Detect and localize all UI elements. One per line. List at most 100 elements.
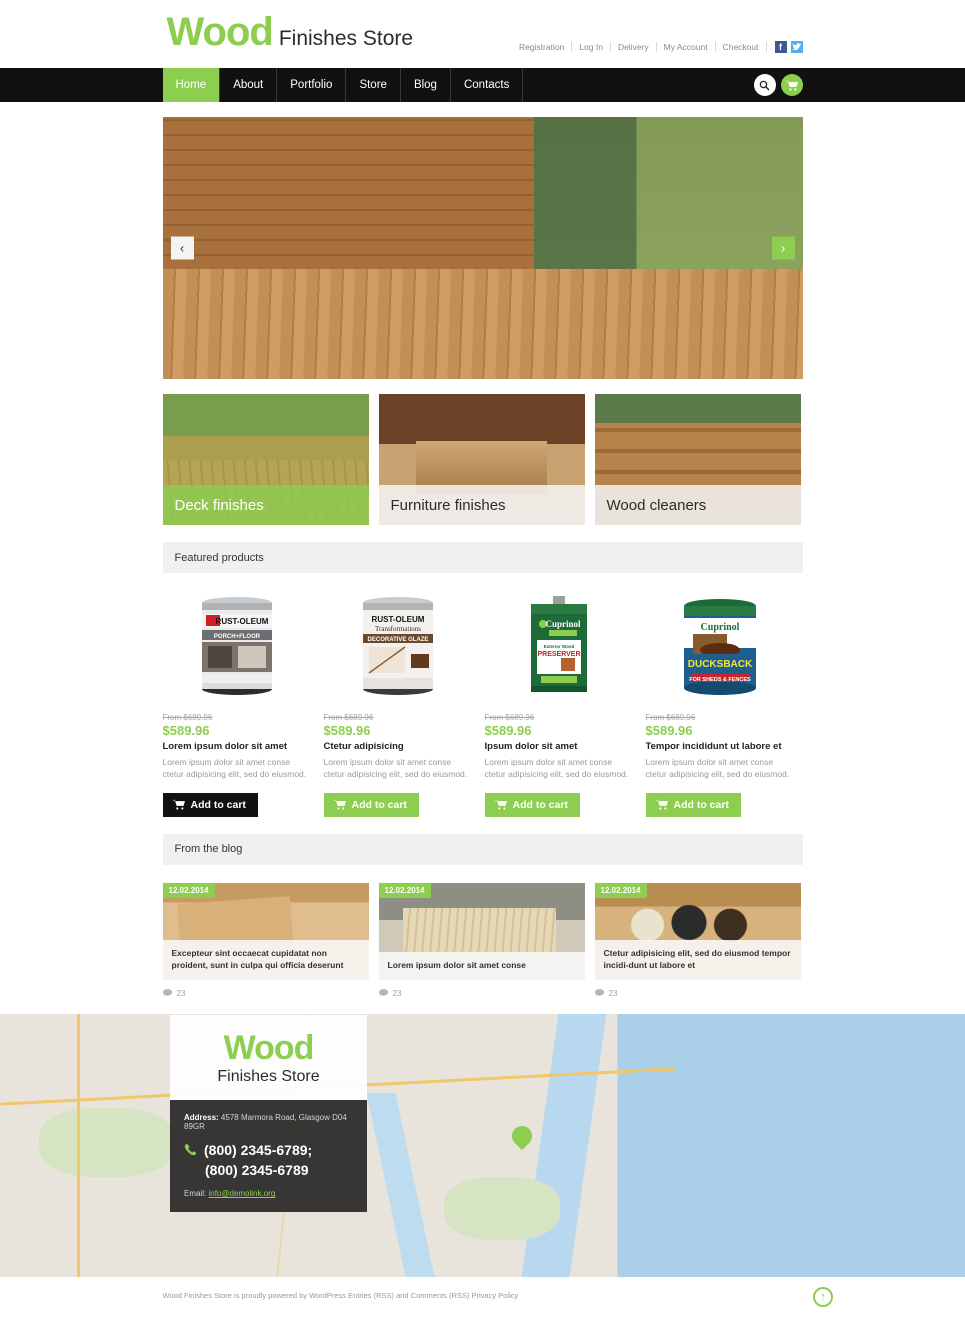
logo-sub-text: Finishes Store [278, 27, 414, 50]
product-image-rustoleum-decorative-glaze[interactable]: RUST-OLEUM Transformations DECORATIVE GL… [324, 591, 472, 701]
product-card[interactable]: Cuprinol Exterior Wood PRESERVER From $6… [484, 591, 633, 817]
contact-phone-2[interactable]: (800) 2345-6789 [205, 1160, 353, 1180]
footer-copyright: Wood Finishes Store is proudly powered b… [162, 1290, 519, 1300]
blog-thumbnail[interactable]: 12.02.2014 Ctetur adipisicing elit, sed … [594, 882, 801, 980]
product-old-price: From $689.96 [323, 713, 374, 722]
blog-date-badge: 12.02.2014 [594, 882, 647, 898]
top-link-login[interactable]: Log In [572, 42, 611, 52]
twitter-icon[interactable] [790, 41, 803, 53]
svg-text:Exterior Wood: Exterior Wood [543, 644, 574, 649]
from-the-blog-heading: From the blog [162, 833, 803, 865]
featured-products-heading: Featured products [162, 542, 803, 573]
logo-main-text: Wood [166, 10, 274, 54]
add-to-cart-button[interactable]: Add to cart [645, 792, 741, 817]
arrow-up-icon[interactable]: ↑ [813, 1286, 833, 1307]
product-old-price: From $689.96 [484, 713, 535, 722]
blog-post-card[interactable]: 12.02.2014 Lorem ipsum dolor sit amet co… [378, 882, 585, 998]
category-label: Deck finishes [162, 485, 369, 525]
product-title[interactable]: Tempor incididunt ut labore et [646, 741, 794, 752]
nav-item-contacts[interactable]: Contacts [451, 68, 524, 102]
add-to-cart-label: Add to cart [351, 798, 407, 811]
top-link-my-account[interactable]: My Account [657, 42, 716, 52]
blog-post-card[interactable]: 12.02.2014 Excepteur sint occaecat cupid… [162, 882, 369, 998]
search-icon[interactable] [753, 74, 776, 96]
category-banner-wood-cleaners[interactable]: Wood cleaners [594, 394, 801, 525]
top-utility-links: Registration Log In Delivery My Account … [512, 41, 803, 53]
contact-phone-primary: (800) 2345-6789; [184, 1140, 353, 1160]
product-card[interactable]: RUST-OLEUM Transformations DECORATIVE GL… [323, 591, 472, 817]
product-image-cuprinol-preserver[interactable]: Cuprinol Exterior Wood PRESERVER [485, 591, 633, 701]
category-label: Wood cleaners [594, 485, 801, 525]
product-title[interactable]: Lorem ipsum dolor sit amet [163, 741, 311, 752]
svg-text:PRESERVER: PRESERVER [537, 651, 580, 658]
contact-address: Address: 4578 Marmora Road, Glasgow D04 … [184, 1113, 353, 1131]
product-price: $589.96 [484, 723, 532, 738]
top-link-checkout[interactable]: Checkout [716, 42, 767, 52]
comment-icon [378, 989, 388, 997]
blog-comment-count: 23 [608, 988, 618, 998]
svg-text:PORCH+FLOOR: PORCH+FLOOR [213, 634, 260, 640]
social-links: f [774, 41, 803, 53]
facebook-icon[interactable]: f [774, 41, 787, 53]
map-canvas[interactable] [0, 1013, 965, 1277]
product-description: Lorem ipsum dolor sit amet conse ctetur … [645, 757, 790, 780]
add-to-cart-button[interactable]: Add to cart [484, 792, 580, 817]
nav-item-about[interactable]: About [220, 68, 278, 102]
blog-thumbnail[interactable]: 12.02.2014 Excepteur sint occaecat cupid… [162, 882, 369, 980]
product-card[interactable]: Cuprinol DUCKSBACK FOR SHEDS & FENCES Fr… [645, 591, 794, 817]
blog-thumbnail[interactable]: 12.02.2014 Lorem ipsum dolor sit amet co… [378, 882, 585, 980]
comment-icon [162, 989, 172, 997]
blog-date-badge: 12.02.2014 [162, 882, 215, 898]
contact-email-label: Email: [184, 1189, 207, 1199]
contact-logo-main: Wood [223, 1028, 315, 1067]
top-link-delivery[interactable]: Delivery [611, 42, 657, 52]
product-old-price: From $689.96 [645, 713, 696, 722]
add-to-cart-button[interactable]: Add to cart [323, 792, 419, 817]
product-image-cuprinol-ducksback[interactable]: Cuprinol DUCKSBACK FOR SHEDS & FENCES [646, 591, 794, 701]
category-banner-furniture-finishes[interactable]: Furniture finishes [378, 394, 585, 525]
map-pin-icon[interactable] [507, 1121, 537, 1152]
add-to-cart-label: Add to cart [512, 798, 568, 811]
cart-icon [333, 799, 346, 810]
category-banner-deck-finishes[interactable]: Deck finishes [162, 394, 369, 525]
product-description: Lorem ipsum dolor sit amet conse ctetur … [323, 757, 468, 780]
contact-address-label: Address: [184, 1112, 219, 1122]
map-section[interactable]: Wood Finishes Store Address: 4578 Marmor… [0, 1013, 965, 1277]
svg-text:RUST-OLEUM: RUST-OLEUM [215, 617, 268, 626]
product-description: Lorem ipsum dolor sit amet conse ctetur … [484, 757, 629, 780]
product-title[interactable]: Ipsum dolor sit amet [485, 741, 633, 752]
product-card[interactable]: RUST-OLEUM PORCH+FLOOR From $689.96 $589… [162, 591, 311, 817]
slider-prev-button[interactable]: ‹ [170, 236, 194, 260]
contact-email-link[interactable]: info@demolink.org [208, 1189, 275, 1198]
add-to-cart-label: Add to cart [190, 798, 246, 811]
slider-next-button[interactable]: › [771, 236, 795, 260]
blog-comments[interactable]: 23 [162, 989, 369, 998]
nav-item-home[interactable]: Home [162, 68, 221, 102]
svg-text:DUCKSBACK: DUCKSBACK [687, 659, 752, 670]
nav-item-blog[interactable]: Blog [401, 68, 451, 102]
map-park [38, 1108, 174, 1177]
nav-item-store[interactable]: Store [346, 68, 401, 102]
product-title[interactable]: Ctetur adipisicing [324, 741, 472, 752]
add-to-cart-button[interactable]: Add to cart [162, 792, 258, 817]
product-image-rustoleum-porch-floor[interactable]: RUST-OLEUM PORCH+FLOOR [163, 591, 311, 701]
blog-comments[interactable]: 23 [594, 988, 801, 998]
contact-logo: Wood Finishes Store [170, 1014, 367, 1100]
svg-text:DECORATIVE GLAZE: DECORATIVE GLAZE [367, 637, 428, 643]
nav-item-portfolio[interactable]: Portfolio [277, 68, 347, 102]
blog-post-card[interactable]: 12.02.2014 Ctetur adipisicing elit, sed … [594, 882, 801, 998]
contact-info: Address: 4578 Marmora Road, Glasgow D04 … [170, 1099, 367, 1213]
blog-comments[interactable]: 23 [378, 988, 585, 998]
category-label: Furniture finishes [378, 485, 585, 525]
product-price: $589.96 [162, 723, 210, 738]
svg-text:Transformations: Transformations [374, 625, 420, 633]
blog-title: Ctetur adipisicing elit, sed do eiusmod … [594, 940, 801, 980]
top-link-registration[interactable]: Registration [512, 42, 573, 52]
cart-icon[interactable] [780, 74, 803, 96]
blog-comment-count: 23 [392, 988, 402, 998]
contact-email: Email: info@demolink.org [184, 1189, 353, 1198]
site-logo[interactable]: Wood Finishes Store [167, 12, 414, 52]
contact-phone-1[interactable]: (800) 2345-6789; [204, 1140, 312, 1160]
comment-icon [594, 989, 604, 997]
blog-date-badge: 12.02.2014 [378, 882, 431, 898]
